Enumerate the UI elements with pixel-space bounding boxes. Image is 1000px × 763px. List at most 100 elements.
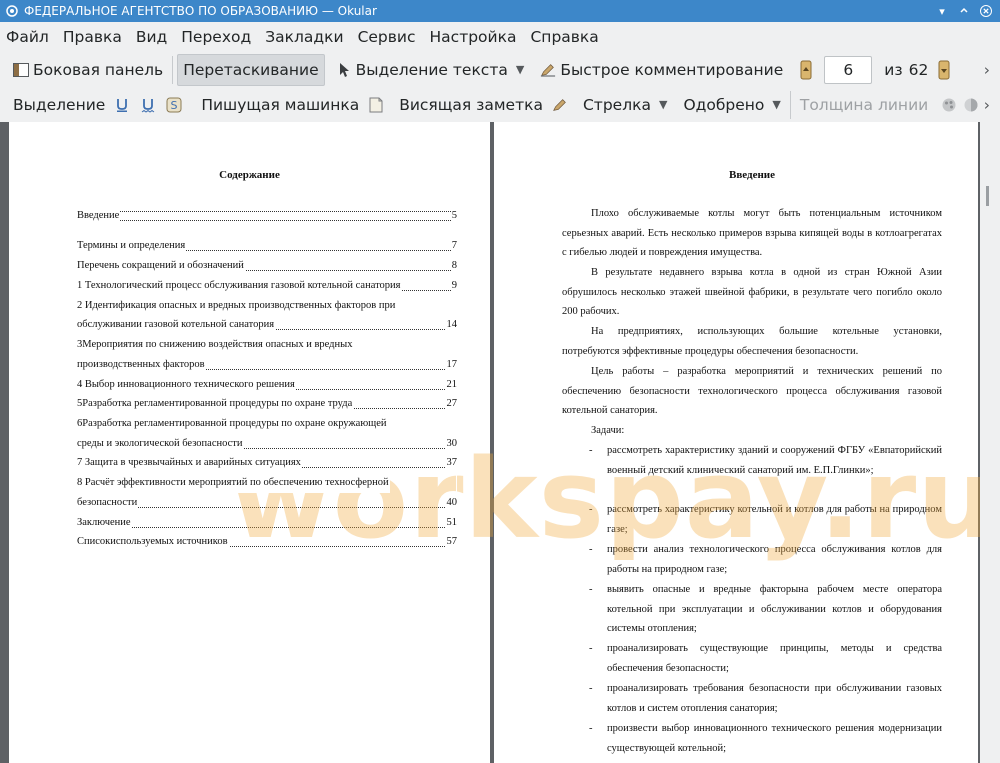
toc-entry-page bbox=[456, 414, 457, 434]
intro-heading: Введение bbox=[728, 169, 776, 181]
toc-entry: безопасности 40 bbox=[77, 493, 457, 513]
sidebar-button[interactable]: Боковая панель bbox=[8, 55, 168, 85]
toc-heading: Содержание bbox=[219, 169, 280, 181]
paragraph: Цель работы – разработка мероприятий и т… bbox=[562, 366, 942, 417]
paragraph: Плохо обслуживаемые котлы могут быть пот… bbox=[562, 208, 942, 259]
paragraph: В результате недавнего взрыва котла в од… bbox=[562, 267, 942, 318]
popup-note-tool-button[interactable]: Висящая заметка bbox=[394, 90, 548, 120]
toc-entry: 2 Идентификация опасных и вредных произв… bbox=[77, 296, 457, 316]
stamp-tool-button[interactable]: Одобрено ▼ bbox=[678, 90, 785, 120]
freehand-pen-icon bbox=[552, 97, 568, 113]
minimize-icon[interactable]: ▾ bbox=[934, 3, 950, 19]
bullet-marker: - bbox=[589, 544, 593, 555]
menu-view[interactable]: Вид bbox=[130, 28, 175, 46]
menu-bar: Файл Правка Вид Переход Закладки Сервис … bbox=[0, 22, 1000, 52]
close-icon[interactable] bbox=[978, 3, 994, 19]
maximize-icon[interactable] bbox=[956, 3, 972, 19]
task-item: произвести выбор инновационного техничес… bbox=[607, 723, 942, 754]
annotation-toolbar: Выделение S Пишущая машинка Висящая заме… bbox=[0, 87, 1000, 122]
toc-entry-label: Списокиспользуемых источников bbox=[77, 532, 229, 552]
vertical-scrollbar[interactable] bbox=[980, 122, 1000, 763]
color-picker-icon[interactable] bbox=[941, 97, 957, 113]
tasks-label: Задачи: bbox=[591, 425, 625, 436]
arrow-tool-button[interactable]: Стрелка ▼ bbox=[578, 90, 672, 120]
svg-text:S: S bbox=[171, 99, 178, 112]
toc-entry: 1 Технологический процесс обслуживания г… bbox=[77, 276, 457, 296]
document-viewport[interactable]: Содержание Введение 5 Термины и определени… bbox=[0, 122, 1000, 763]
toc-entry-label: среды и экологической безопасности bbox=[77, 434, 244, 454]
paragraph: На предприятиях, использующих большие ко… bbox=[562, 326, 942, 357]
page-right: Введение Плохо обслуживаемые котлы могут… bbox=[494, 122, 978, 763]
line-width-button[interactable]: Толщина линии bbox=[795, 90, 933, 120]
toolbar-separator bbox=[172, 55, 174, 84]
task-item: провести анализ технологического процесс… bbox=[607, 544, 942, 575]
bullet-marker: - bbox=[589, 504, 593, 515]
toc-entry-label: обслуживании газовой котельной санатория bbox=[77, 315, 276, 335]
toc-entry-label: Заключение bbox=[77, 513, 132, 533]
toc-entry-label: Перечень сокращений и обозначений bbox=[77, 256, 245, 276]
toc-entry-page: 7 bbox=[450, 236, 457, 256]
next-page-icon[interactable] bbox=[936, 60, 952, 79]
chevron-down-icon[interactable]: ▼ bbox=[516, 63, 524, 76]
text-selection-button[interactable]: Выделение текста ▼ bbox=[331, 55, 530, 85]
highlight-tool-button[interactable]: Выделение bbox=[8, 90, 110, 120]
strikeout-icon[interactable]: S bbox=[166, 97, 182, 113]
toolbar-separator bbox=[789, 90, 791, 119]
menu-go[interactable]: Переход bbox=[175, 28, 259, 46]
bullet-marker: - bbox=[589, 723, 593, 734]
toc-entry-label: производственных факторов bbox=[77, 355, 206, 375]
toc-entry-page: 30 bbox=[445, 434, 457, 454]
toc-entry-page: 8 bbox=[450, 256, 457, 276]
menu-edit[interactable]: Правка bbox=[57, 28, 130, 46]
toc-entry-label: 5Разработка регламентированной процедуры… bbox=[77, 394, 354, 414]
drag-mode-button[interactable]: Перетаскивание bbox=[177, 53, 325, 86]
toc-entry-page: 27 bbox=[445, 394, 457, 414]
toc-entry: Введение 5 bbox=[77, 206, 457, 226]
toc-entry-page: 51 bbox=[445, 513, 457, 533]
toc-entry-page: 9 bbox=[450, 276, 457, 296]
task-item: проанализировать существующие принципы, … bbox=[607, 643, 942, 674]
okular-app-icon bbox=[5, 4, 19, 18]
menu-settings[interactable]: Настройка bbox=[424, 28, 525, 46]
quick-annotation-button[interactable]: Быстрое комментирование bbox=[535, 55, 788, 85]
toolbar-overflow-icon[interactable]: › bbox=[984, 61, 990, 79]
pen-icon bbox=[540, 62, 556, 78]
main-toolbar: Боковая панель Перетаскивание Выделение … bbox=[0, 52, 1000, 87]
opacity-icon[interactable] bbox=[963, 97, 979, 113]
toc-entry-page bbox=[456, 473, 457, 493]
chevron-down-icon[interactable]: ▼ bbox=[659, 98, 667, 111]
menu-file[interactable]: Файл bbox=[0, 28, 57, 46]
toc-entry: Термины и определения 7 bbox=[77, 236, 457, 256]
toolbar-overflow-icon[interactable]: › bbox=[984, 96, 990, 114]
toc-entry: 3Мероприятия по снижению воздействия опа… bbox=[77, 335, 457, 355]
toc-entry-page bbox=[456, 335, 457, 355]
toc-entry-label: 7 Защита в чрезвычайных и аварийных ситу… bbox=[77, 453, 302, 473]
note-icon bbox=[368, 97, 384, 113]
toc-entry-label: 3Мероприятия по снижению воздействия опа… bbox=[77, 335, 354, 355]
cursor-icon bbox=[336, 62, 352, 78]
underline-icon[interactable] bbox=[114, 97, 130, 113]
page-number-input[interactable]: 6 bbox=[824, 55, 873, 84]
toc-entry: Списокиспользуемых источников 57 bbox=[77, 532, 457, 552]
toc-entry: производственных факторов 17 bbox=[77, 355, 457, 375]
menu-tools[interactable]: Сервис bbox=[352, 28, 424, 46]
toc-entry: среды и экологической безопасности 30 bbox=[77, 434, 457, 454]
chevron-down-icon[interactable]: ▼ bbox=[772, 98, 780, 111]
toc-entry-label: 2 Идентификация опасных и вредных произв… bbox=[77, 296, 397, 316]
toc-entry-page: 17 bbox=[445, 355, 457, 375]
menu-bookmarks[interactable]: Закладки bbox=[259, 28, 351, 46]
scrollbar-thumb[interactable] bbox=[986, 186, 989, 206]
toc-entry-page: 37 bbox=[445, 453, 457, 473]
squiggly-underline-icon[interactable] bbox=[140, 97, 156, 113]
toc-entry-label: 4 Выбор инновационного технического реше… bbox=[77, 375, 296, 395]
sidebar-icon bbox=[13, 62, 29, 78]
toc-entry: обслуживании газовой котельной санатория… bbox=[77, 315, 457, 335]
typewriter-tool-button[interactable]: Пишущая машинка bbox=[196, 90, 364, 120]
toc-entry: 4 Выбор инновационного технического реше… bbox=[77, 375, 457, 395]
page-of-label: из bbox=[884, 60, 903, 79]
toc-entry: 7 Защита в чрезвычайных и аварийных ситу… bbox=[77, 453, 457, 473]
previous-page-icon[interactable] bbox=[798, 60, 814, 79]
task-item: рассмотреть характеристику котельной и к… bbox=[607, 504, 942, 535]
toc-entry-label: 1 Технологический процесс обслуживания г… bbox=[77, 276, 402, 296]
menu-help[interactable]: Справка bbox=[524, 28, 606, 46]
